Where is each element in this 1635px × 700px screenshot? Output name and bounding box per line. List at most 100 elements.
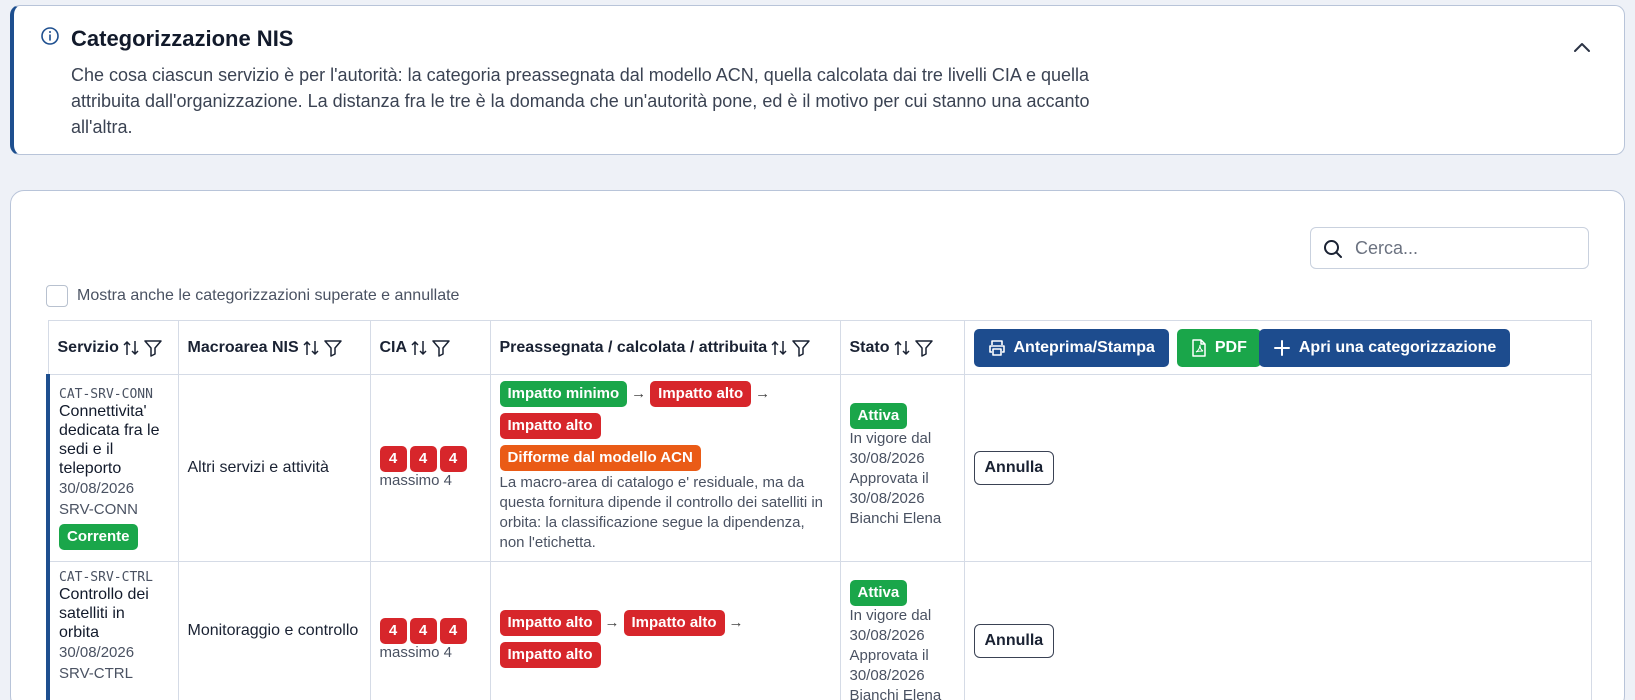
column-servizio: Servizio [47,320,179,375]
table-row: CAT-SRV-CONN Connettivita' dedicata fra … [46,374,1592,562]
categorization-code: CAT-SRV-CONN [59,387,153,402]
cell-preassegnata: Impatto minimo → Impatto alto → Impatto alt… [489,374,841,562]
table-row: CAT-SRV-CTRL Controllo dei satelliti in … [46,561,1592,700]
categorization-note: La macro-area di catalogo e' residuale, … [499,474,824,551]
chevron-up-icon[interactable] [1570,36,1594,60]
preassigned-badge: Impatto alto [499,610,601,636]
current-badge: Corrente [59,524,138,550]
attributed-badge: Impatto alto [499,413,601,439]
cia-integrity: 4 [409,446,437,472]
calculated-badge: Impatto alto [623,610,725,636]
new-categorization-label: Apri una categorizzazione [1298,338,1497,356]
calculated-badge: Impatto alto [650,381,752,407]
service-date: 30/08/2026 [59,480,135,497]
filter-icon[interactable] [143,339,163,357]
filter-icon[interactable] [914,339,934,357]
new-categorization-button[interactable]: Apri una categorizzazione [1258,328,1511,367]
filter-icon[interactable] [791,339,811,357]
cell-cia: 444 massimo 4 [369,374,491,562]
table-header-row: Servizio Macroarea NIS CIA Preassegnata … [47,320,1592,375]
column-actions: Anteprima/Stampa PDF Apri una categorizz… [963,320,1592,375]
cell-preassegnata: Impatto alto → Impatto alto → Impatto alto [489,561,841,700]
pdf-label: PDF [1214,338,1247,356]
filter-icon[interactable] [323,339,343,357]
column-stato: Stato [839,320,965,375]
sort-icon[interactable] [123,339,139,357]
cia-confidentiality: 4 [379,618,407,644]
cancel-button[interactable]: Annulla [973,624,1055,658]
service-name[interactable]: Connettivita' dedicata fra le sedi e il … [59,402,169,478]
cell-servizio: CAT-SRV-CTRL Controllo dei satelliti in … [46,561,179,700]
filter-icon[interactable] [431,339,451,357]
state-detail: Approvata il [849,470,929,487]
cell-actions: Annulla [963,561,1592,700]
info-icon [41,27,59,45]
state-detail: 30/08/2026 [849,450,925,467]
info-description: Che cosa ciascun servizio è per l'autori… [71,65,1090,137]
cia-availability: 4 [439,618,467,644]
cell-macroarea: Altri servizi e attività [177,374,371,562]
cell-macroarea: Monitoraggio e controllo [177,561,371,700]
show-all-toggle[interactable]: Mostra anche le categorizzazioni superat… [46,285,459,307]
info-panel: Categorizzazione NIS Che cosa ciascun se… [10,5,1625,155]
state-detail: In vigore dal [849,607,932,624]
column-cia-label: CIA [379,338,408,356]
mismatch-badge: Difforme dal modello ACN [499,445,701,471]
cancel-button[interactable]: Annulla [973,451,1055,485]
state-badge: Attiva [849,580,908,606]
column-preassegnata: Preassegnata / calcolata / attribuita [489,320,841,375]
arrow-right-icon: → [755,385,771,402]
cell-servizio: CAT-SRV-CONN Connettivita' dedicata fra … [46,374,179,562]
info-title: Categorizzazione NIS [71,26,294,51]
state-detail: 30/08/2026 [849,627,925,644]
state-detail: 30/08/2026 [849,490,925,507]
print-preview-button[interactable]: Anteprima/Stampa [973,328,1169,367]
cia-confidentiality: 4 [379,446,407,472]
show-all-checkbox[interactable] [46,285,68,307]
search-icon [1324,240,1342,258]
cia-availability: 4 [439,446,467,472]
cell-actions: Annulla [963,374,1592,562]
cell-stato: Attiva In vigore dal 30/08/2026 Approvat… [839,561,965,700]
cia-max: massimo 4 [379,472,453,489]
cell-stato: Attiva In vigore dal 30/08/2026 Approvat… [839,374,965,562]
service-code: SRV-CONN [59,501,138,518]
column-macroarea: Macroarea NIS [177,320,371,375]
cell-cia: 444 massimo 4 [369,561,491,700]
state-badge: Attiva [849,403,908,429]
plus-icon [1273,339,1290,356]
column-servizio-label: Servizio [57,338,119,356]
sort-icon[interactable] [771,339,787,357]
state-detail: 30/08/2026 [849,667,925,684]
arrow-right-icon: → [631,385,647,402]
arrow-right-icon: → [728,614,744,631]
categorization-table: Servizio Macroarea NIS CIA Preassegnata … [46,320,1592,700]
column-preassegnata-label: Preassegnata / calcolata / attribuita [499,338,768,356]
arrow-right-icon: → [604,614,620,631]
search-input[interactable] [1355,236,1575,260]
column-stato-label: Stato [849,338,890,356]
state-detail: In vigore dal [849,430,932,447]
attributed-badge: Impatto alto [499,642,601,668]
column-cia: CIA [369,320,491,375]
print-preview-label: Anteprima/Stampa [1013,338,1155,356]
search-box[interactable] [1310,227,1589,269]
preassigned-badge: Impatto minimo [499,381,628,407]
categorization-code: CAT-SRV-CTRL [59,570,153,585]
printer-icon [988,339,1005,356]
pdf-button[interactable]: PDF [1176,328,1261,367]
cia-integrity: 4 [409,618,437,644]
pdf-file-icon [1192,338,1206,357]
state-detail: Bianchi Elena [849,510,942,527]
service-code: SRV-CTRL [59,665,133,682]
state-detail: Bianchi Elena [849,687,942,700]
service-name[interactable]: Controllo dei satelliti in orbita [59,585,169,642]
sort-icon[interactable] [303,339,319,357]
column-macroarea-label: Macroarea NIS [187,338,299,356]
service-date: 30/08/2026 [59,644,135,661]
sort-icon[interactable] [893,339,910,357]
show-all-label: Mostra anche le categorizzazioni superat… [77,287,460,304]
cia-max: massimo 4 [379,644,453,661]
state-detail: Approvata il [849,647,929,664]
sort-icon[interactable] [411,339,427,357]
